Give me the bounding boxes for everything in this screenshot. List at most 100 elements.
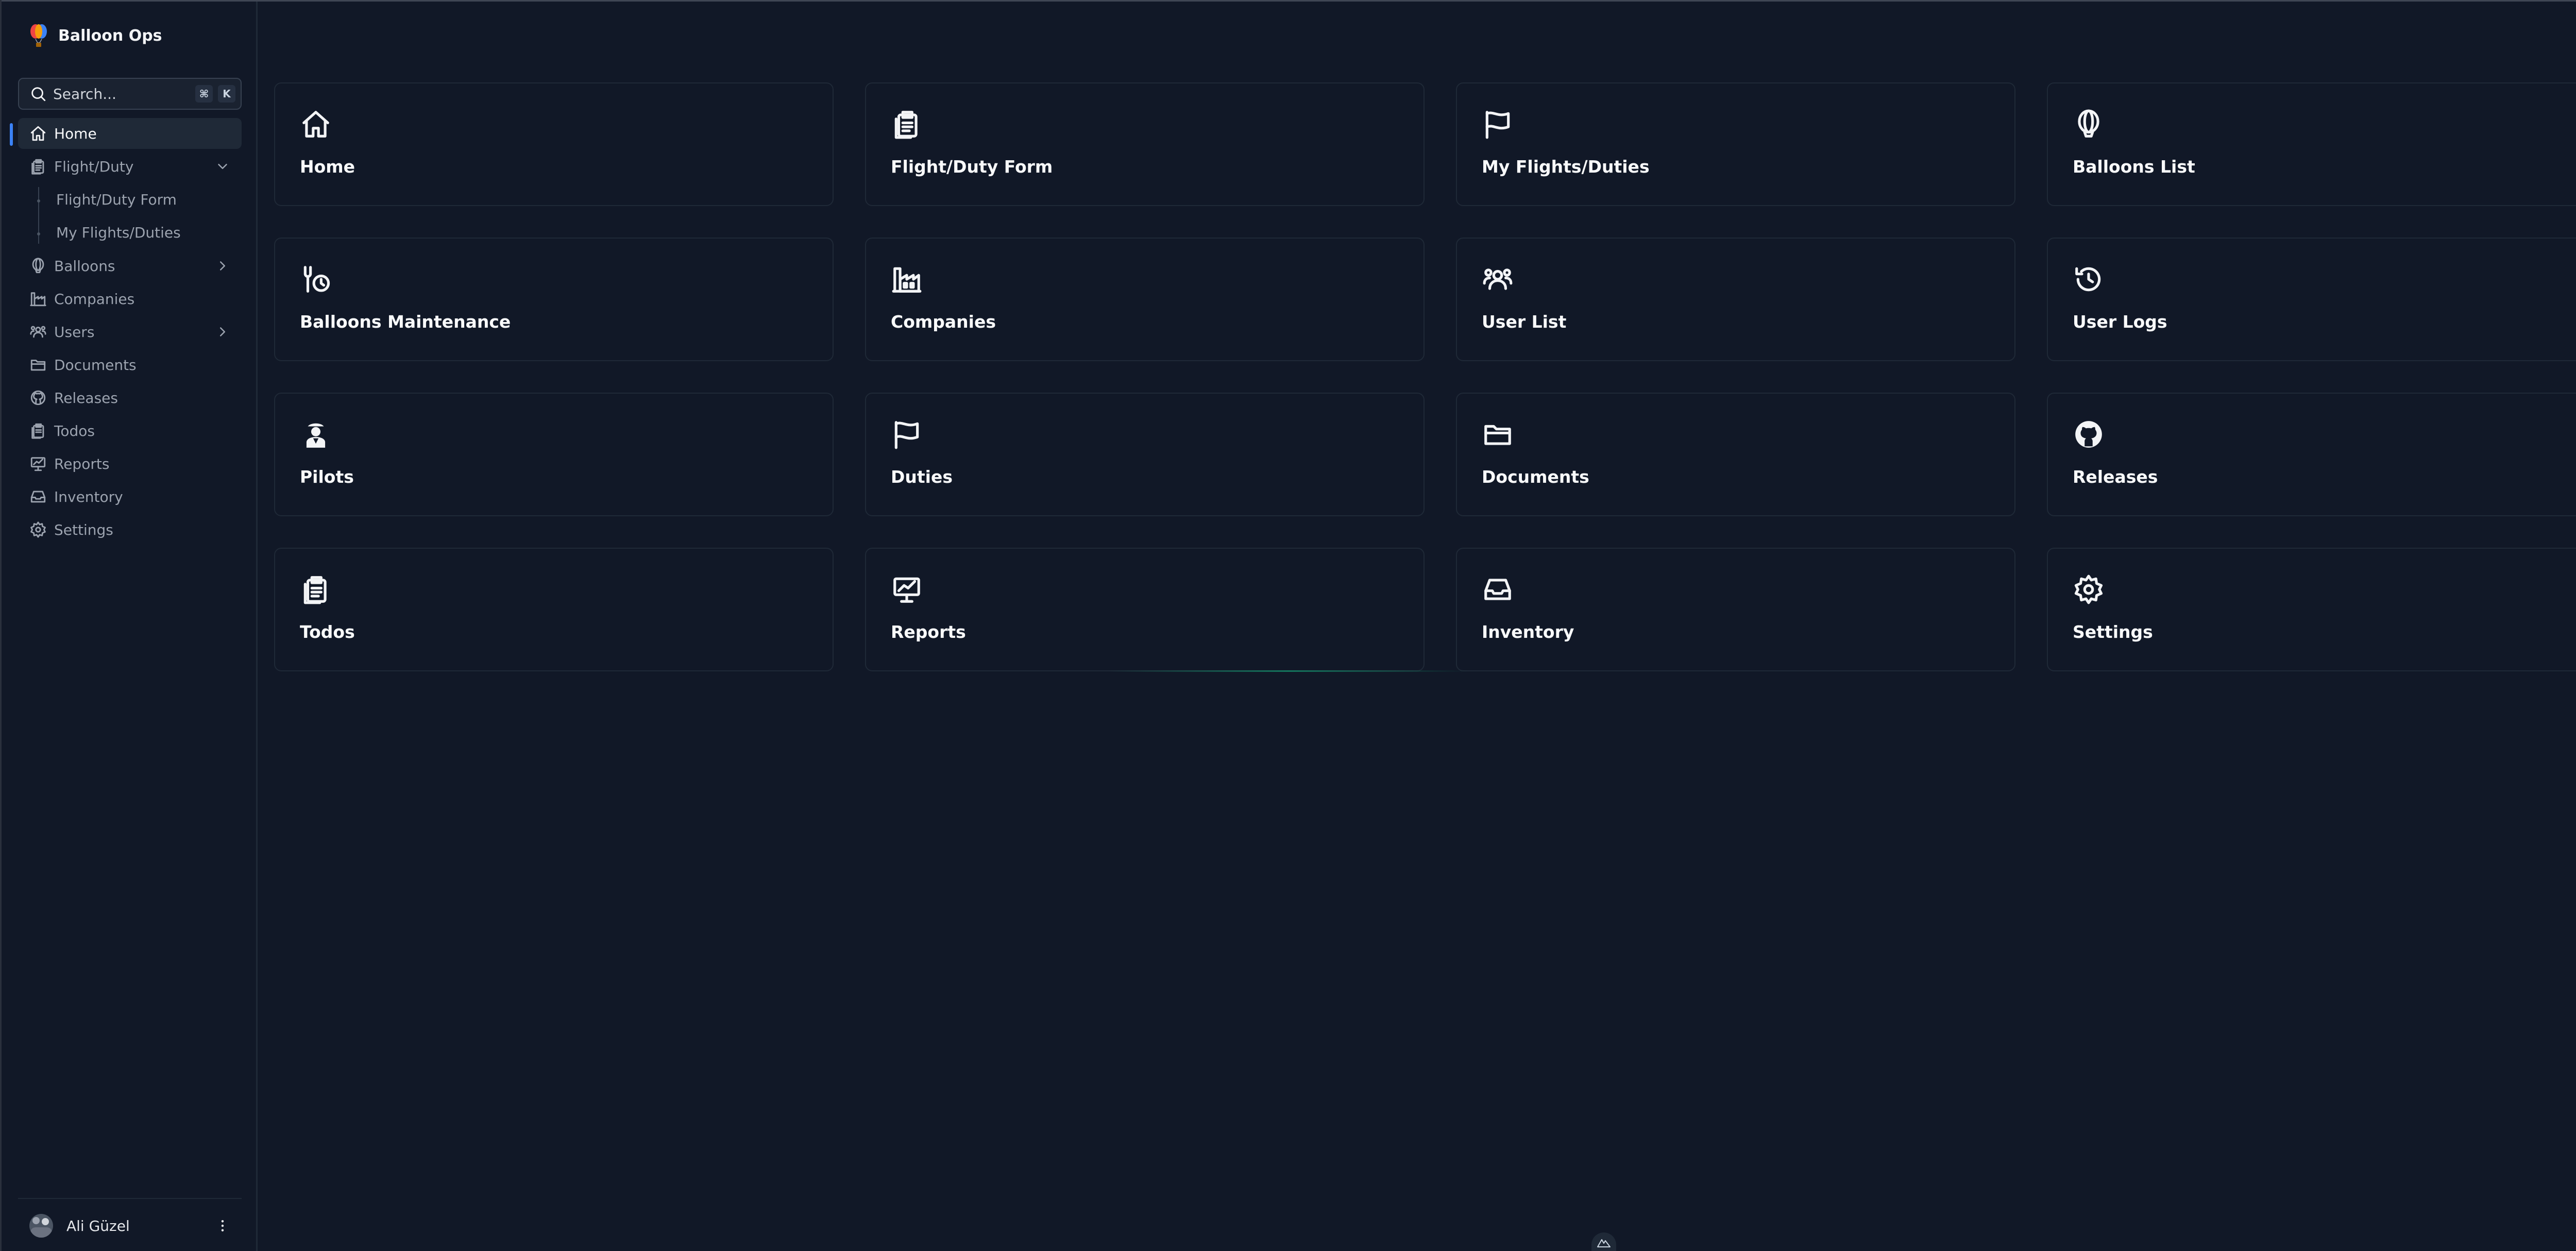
flag-icon <box>894 421 919 449</box>
user-name: Ali Güzel <box>66 1217 130 1235</box>
card-title: Reports <box>891 622 966 642</box>
sidebar-item-reports[interactable]: Reports <box>18 448 242 479</box>
chevron-down-icon[interactable] <box>215 159 230 174</box>
app-name: Balloon Ops <box>58 26 162 45</box>
card-duties[interactable]: Duties <box>865 393 1425 516</box>
card-documents[interactable]: Documents <box>1456 393 2015 516</box>
card-title: Duties <box>891 467 953 487</box>
sidebar-item-companies[interactable]: Companies <box>18 283 242 314</box>
card-title: Settings <box>2073 622 2153 642</box>
user-menu[interactable]: Ali Güzel <box>18 1209 242 1243</box>
card-home[interactable]: Home <box>274 82 834 206</box>
sidebar-item-home[interactable]: Home <box>18 118 242 149</box>
sidebar-item-settings[interactable]: Settings <box>18 514 242 545</box>
card-title: Pilots <box>300 467 354 487</box>
sidebar-item-balloons[interactable]: Balloons <box>18 250 242 281</box>
clipboard-icon <box>31 423 44 439</box>
card-title: User Logs <box>2073 312 2167 332</box>
inbox-icon <box>1484 579 1511 600</box>
github-icon <box>30 390 46 405</box>
card-settings[interactable]: Settings <box>2047 548 2576 671</box>
sidebar-item-documents[interactable]: Documents <box>18 349 242 380</box>
sidebar-footer-divider <box>18 1198 242 1199</box>
card-title: Home <box>300 157 355 177</box>
card-title: Flight/Duty Form <box>891 157 1053 177</box>
folder-icon <box>1484 425 1511 445</box>
sidebar-item-label: Documents <box>54 356 137 374</box>
sidebar: Balloon Ops Search... ⌘ K Home Flight/Du… <box>2 2 258 1251</box>
flag-icon <box>1485 111 1510 139</box>
card-user-list[interactable]: User List <box>1456 238 2015 361</box>
sidebar-item-releases[interactable]: Releases <box>18 382 242 413</box>
sidebar-item-label: Inventory <box>54 488 123 505</box>
card-title: Releases <box>2073 467 2158 487</box>
shortcut-key-cmd: ⌘ <box>195 85 213 103</box>
card-user-logs[interactable]: User Logs <box>2047 238 2576 361</box>
card-title: Companies <box>891 312 996 332</box>
search-icon <box>31 87 46 102</box>
balloon-logo-icon <box>30 24 47 47</box>
submenu-dot <box>37 199 40 202</box>
devtools-toggle[interactable] <box>1591 1232 1616 1251</box>
nuxt-icon <box>1597 1239 1611 1247</box>
card-companies[interactable]: Companies <box>865 238 1425 361</box>
wrench-clock-icon <box>303 266 330 293</box>
sidebar-subitem-flight-duty-form[interactable]: Flight/Duty Form <box>56 191 177 208</box>
clipboard-icon <box>894 111 918 139</box>
sidebar-item-label: Flight/Duty <box>54 158 134 175</box>
home-icon <box>302 111 329 138</box>
chevron-right-icon[interactable] <box>215 324 230 340</box>
presentation-chart-icon <box>30 457 46 471</box>
card-reports[interactable]: Reports <box>865 548 1425 671</box>
card-pilots[interactable]: Pilots <box>274 393 834 516</box>
sidebar-item-todos[interactable]: Todos <box>18 415 242 446</box>
avatar <box>29 1214 53 1238</box>
gear-icon <box>30 521 46 538</box>
sidebar-item-label: Reports <box>54 455 110 472</box>
more-vertical-icon[interactable] <box>215 1218 230 1233</box>
card-my-flights-duties[interactable]: My Flights/Duties <box>1456 82 2015 206</box>
card-title: Documents <box>1482 467 1589 487</box>
clipboard-icon <box>31 159 44 175</box>
card-todos[interactable]: Todos <box>274 548 834 671</box>
inbox-icon <box>30 491 46 503</box>
clipboard-icon <box>303 576 327 604</box>
hover-glow <box>1108 670 1468 672</box>
sidebar-item-label: Todos <box>54 422 95 439</box>
presentation-chart-icon <box>893 577 920 603</box>
search-input[interactable]: Search... ⌘ K <box>18 78 242 110</box>
sidebar-subitem-my-flights-duties[interactable]: My Flights/Duties <box>56 224 181 241</box>
gear-icon <box>2074 574 2103 604</box>
sidebar-item-inventory[interactable]: Inventory <box>18 481 242 512</box>
balloon-icon <box>2078 109 2099 138</box>
users-icon <box>30 326 46 338</box>
card-inventory[interactable]: Inventory <box>1456 548 2015 671</box>
search-placeholder: Search... <box>53 85 116 103</box>
sidebar-item-label: Home <box>54 125 97 142</box>
balloon-icon <box>32 258 44 274</box>
chevron-right-icon[interactable] <box>215 258 230 274</box>
sidebar-item-label: Releases <box>54 389 118 407</box>
pilot-icon <box>306 423 326 448</box>
card-title: Balloons List <box>2073 157 2195 177</box>
card-title: My Flights/Duties <box>1482 157 1650 177</box>
factory-icon <box>892 267 922 293</box>
sidebar-item-label: Users <box>54 323 95 341</box>
card-title: Todos <box>300 622 355 642</box>
history-icon <box>2075 267 2101 292</box>
window-top-border <box>0 0 2576 2</box>
sidebar-item-users[interactable]: Users <box>18 316 242 347</box>
card-balloons-maintenance[interactable]: Balloons Maintenance <box>274 238 834 361</box>
card-flight-duty-form[interactable]: Flight/Duty Form <box>865 82 1425 206</box>
active-indicator <box>10 123 13 146</box>
brand[interactable]: Balloon Ops <box>28 23 162 48</box>
home-icon <box>30 126 46 141</box>
sidebar-item-flight-duty[interactable]: Flight/Duty <box>18 151 242 182</box>
card-title: User List <box>1482 312 1567 332</box>
github-icon <box>2075 421 2102 448</box>
card-releases[interactable]: Releases <box>2047 393 2576 516</box>
folder-icon <box>30 360 46 371</box>
card-balloons-list[interactable]: Balloons List <box>2047 82 2576 206</box>
card-title: Balloons Maintenance <box>300 312 511 332</box>
card-title: Inventory <box>1482 622 1574 642</box>
